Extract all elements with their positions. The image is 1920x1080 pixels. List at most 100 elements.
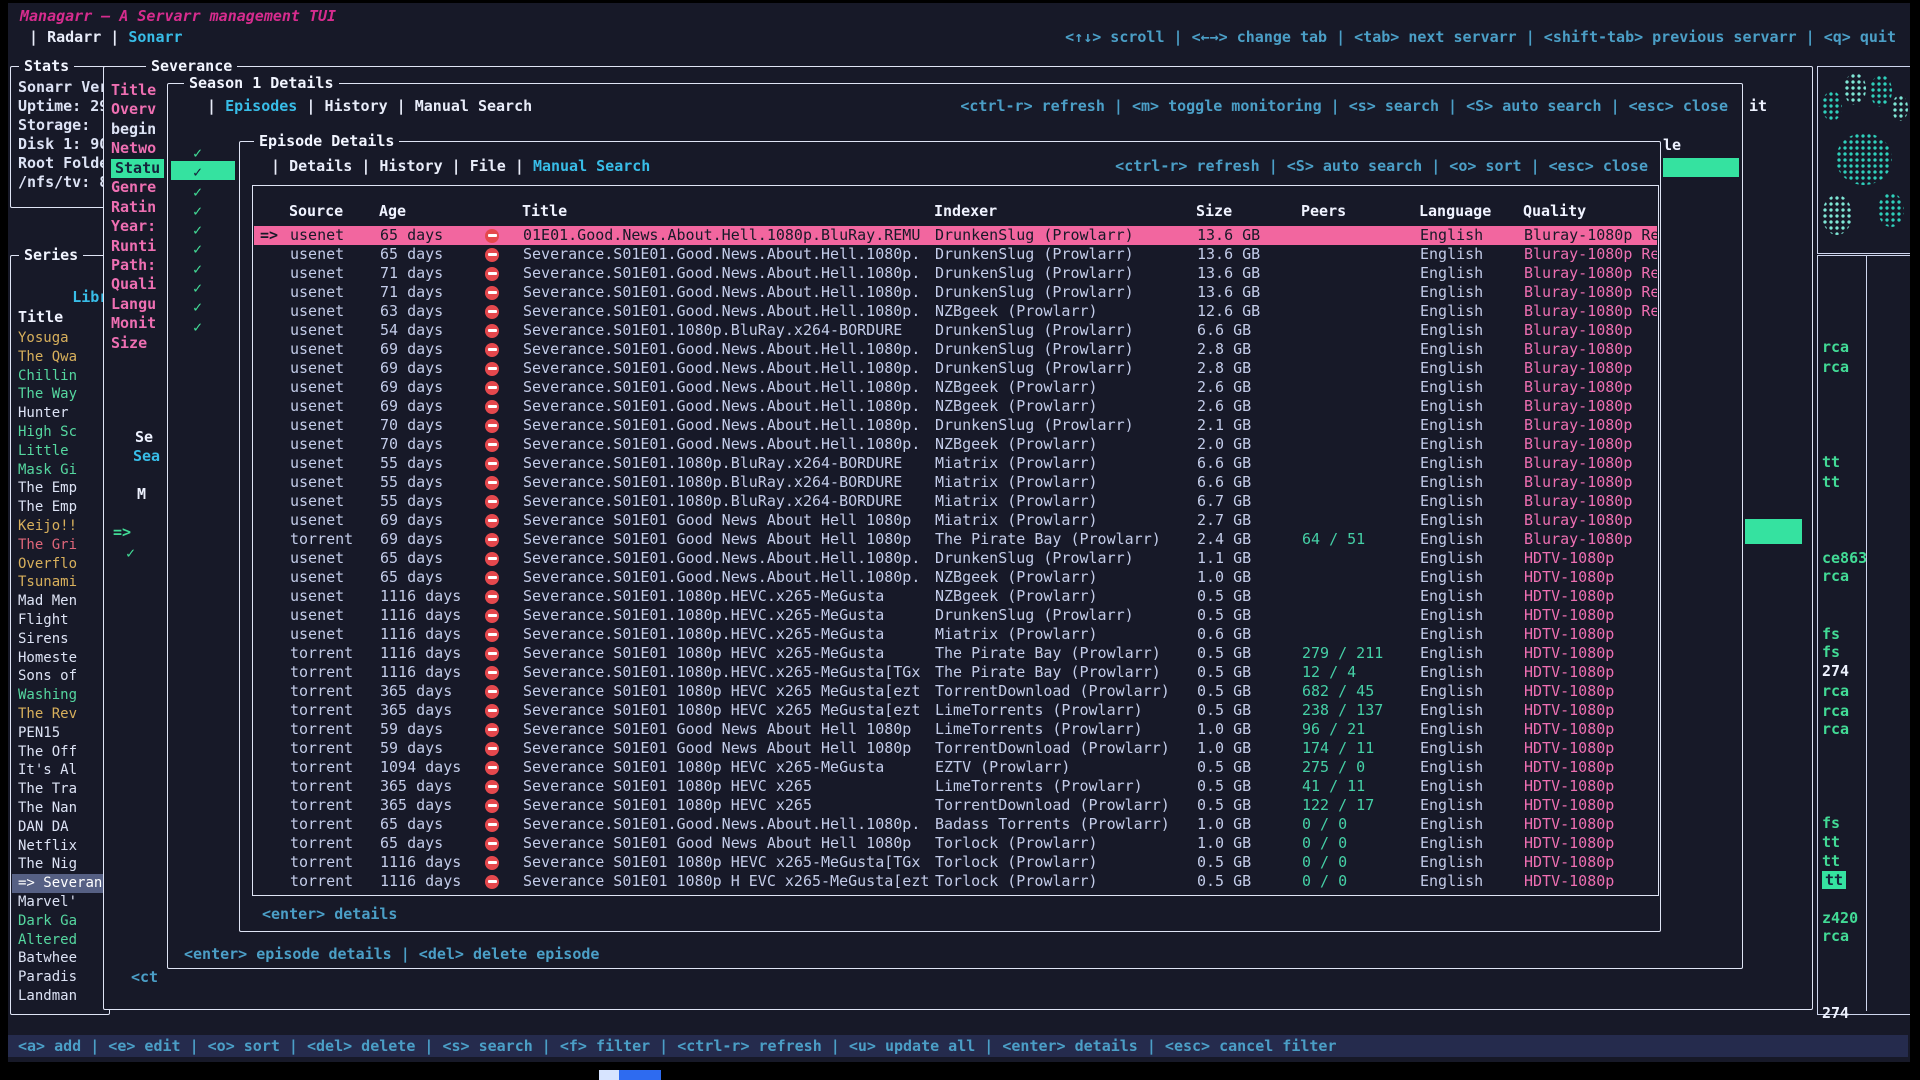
series-list-item[interactable]: Marvel' [12,893,108,912]
col-source[interactable]: Source [289,202,379,220]
col-quality[interactable]: Quality [1523,202,1658,220]
release-source: torrent [290,644,380,663]
release-row[interactable]: usenet 69 days Severance.S01E01.Good.New… [254,378,1657,397]
release-row[interactable]: usenet 70 days Severance.S01E01.Good.New… [254,435,1657,454]
rejected-icon [485,419,499,433]
release-row[interactable]: torrent 1116 days Severance S01E01 1080p… [254,872,1657,891]
release-row[interactable]: usenet 69 days Severance S01E01 Good New… [254,511,1657,530]
release-row[interactable]: => usenet 65 days 01E01.Good.News.About.… [254,226,1657,245]
col-indexer[interactable]: Indexer [934,202,1196,220]
release-row[interactable]: torrent 1116 days Severance.S01E01.1080p… [254,663,1657,682]
series-list-item[interactable]: Washing [12,686,108,705]
selection-prefix [254,853,290,872]
series-list-item[interactable]: The Nig [12,855,108,874]
release-row[interactable]: torrent 59 days Severance S01E01 Good Ne… [254,739,1657,758]
series-list-item[interactable]: Hunter [12,404,108,423]
release-row[interactable]: torrent 1094 days Severance S01E01 1080p… [254,758,1657,777]
series-list-item[interactable]: Sirens [12,630,108,649]
series-list-item[interactable]: Yosuga [12,329,108,348]
series-list-item[interactable]: Paradis [12,968,108,987]
series-list-item[interactable]: Little [12,442,108,461]
series-list-item[interactable]: DAN DA [12,818,108,837]
release-row[interactable]: torrent 65 days Severance S01E01 Good Ne… [254,834,1657,853]
col-size[interactable]: Size [1196,202,1301,220]
series-list-item[interactable]: Chillin [12,367,108,386]
series-list-item[interactable]: Landman [12,987,108,1006]
series-list-item[interactable]: The Emp [12,479,108,498]
episode-tab[interactable]: History [352,157,442,175]
release-language: English [1420,435,1524,454]
series-list-item[interactable]: Overflo [12,555,108,574]
series-list-item[interactable]: Tsunami [12,573,108,592]
series-list-item[interactable]: The Tra [12,780,108,799]
servarr-tab[interactable]: Sonarr [101,28,182,46]
release-row[interactable]: usenet 70 days Severance.S01E01.Good.New… [254,416,1657,435]
release-row[interactable]: torrent 65 days Severance.S01E01.Good.Ne… [254,815,1657,834]
release-row[interactable]: usenet 1116 days Severance.S01E01.1080p.… [254,587,1657,606]
series-list-item[interactable]: The Qwa [12,348,108,367]
release-row[interactable]: usenet 71 days Severance.S01E01.Good.New… [254,264,1657,283]
series-list-item[interactable]: High Sc [12,423,108,442]
season-tab[interactable]: Manual Search [388,97,533,115]
release-row[interactable]: usenet 69 days Severance.S01E01.Good.New… [254,359,1657,378]
release-row[interactable]: usenet 63 days Severance.S01E01.Good.New… [254,302,1657,321]
series-list-item[interactable]: Homeste [12,649,108,668]
season-tab[interactable]: Episodes [198,97,297,115]
paw-pad-icon [1822,195,1852,235]
series-list-item[interactable]: The Gri [12,536,108,555]
release-row[interactable]: usenet 69 days Severance.S01E01.Good.New… [254,340,1657,359]
release-row[interactable]: torrent 1116 days Severance S01E01 1080p… [254,853,1657,872]
release-row[interactable]: usenet 1116 days Severance.S01E01.1080p.… [254,606,1657,625]
series-list-item[interactable]: The Nan [12,799,108,818]
season-tab[interactable]: History [297,97,387,115]
col-language[interactable]: Language [1419,202,1523,220]
release-peers [1302,473,1420,492]
series-list-item[interactable]: The Rev [12,705,108,724]
release-row[interactable]: usenet 54 days Severance.S01E01.1080p.Bl… [254,321,1657,340]
servarr-tab[interactable]: Radarr [20,28,101,46]
series-list-item[interactable]: Dark Ga [12,912,108,931]
series-list-item[interactable]: Flight [12,611,108,630]
release-row[interactable]: usenet 65 days Severance.S01E01.Good.New… [254,245,1657,264]
release-row[interactable]: usenet 55 days Severance.S01E01.1080p.Bl… [254,473,1657,492]
release-row[interactable]: usenet 55 days Severance.S01E01.1080p.Bl… [254,492,1657,511]
release-row[interactable]: torrent 69 days Severance S01E01 Good Ne… [254,530,1657,549]
series-list-item[interactable]: Batwhee [12,949,108,968]
series-detail-label: Year: [111,217,156,236]
episode-tab[interactable]: Manual Search [506,157,651,175]
release-row[interactable]: usenet 71 days Severance.S01E01.Good.New… [254,283,1657,302]
episode-tab[interactable]: Details [262,157,352,175]
col-peers[interactable]: Peers [1301,202,1419,220]
series-list-item[interactable]: The Way [12,385,108,404]
release-row[interactable]: torrent 365 days Severance S01E01 1080p … [254,796,1657,815]
series-list-item[interactable]: Severan [12,874,108,893]
series-list-item[interactable]: Altered [12,931,108,950]
release-row[interactable]: torrent 365 days Severance S01E01 1080p … [254,701,1657,720]
release-row[interactable]: torrent 365 days Severance S01E01 1080p … [254,682,1657,701]
release-row[interactable]: torrent 365 days Severance S01E01 1080p … [254,777,1657,796]
release-peers: 238 / 137 [1302,701,1420,720]
series-list-item[interactable]: Sons of [12,667,108,686]
release-row[interactable]: torrent 59 days Severance S01E01 Good Ne… [254,720,1657,739]
series-list-item[interactable]: Mask Gi [12,461,108,480]
series-list-item[interactable]: Mad Men [12,592,108,611]
series-list-item[interactable]: The Emp [12,498,108,517]
release-row[interactable]: usenet 65 days Severance.S01E01.Good.New… [254,568,1657,587]
release-indexer: TorrentDownload (Prowlarr) [935,739,1197,758]
col-age[interactable]: Age [379,202,484,220]
release-row[interactable]: usenet 55 days Severance.S01E01.1080p.Bl… [254,454,1657,473]
release-title: Severance.S01E01.1080p.BluRay.x264-BORDU… [523,473,935,492]
series-list-item[interactable]: Keijo!! [12,517,108,536]
release-row[interactable]: usenet 1116 days Severance.S01E01.1080p.… [254,625,1657,644]
series-list-item[interactable]: The Off [12,743,108,762]
release-row[interactable]: usenet 65 days Severance.S01E01.Good.New… [254,549,1657,568]
series-list-item[interactable]: It's Al [12,761,108,780]
series-list-item[interactable]: PEN15 [12,724,108,743]
col-title[interactable]: Title [522,202,934,220]
release-row[interactable]: torrent 1116 days Severance S01E01 1080p… [254,644,1657,663]
release-size: 0.5 GB [1197,853,1302,872]
series-list-item[interactable]: Netflix [12,837,108,856]
episode-tab[interactable]: File [443,157,506,175]
release-title: Severance.S01E01.1080p.BluRay.x264-BORDU… [523,492,935,511]
release-row[interactable]: usenet 69 days Severance.S01E01.Good.New… [254,397,1657,416]
